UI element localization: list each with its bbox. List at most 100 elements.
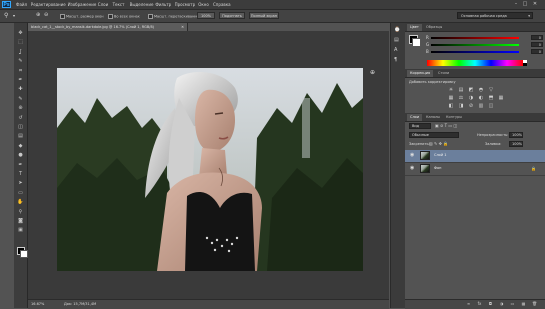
layers-footer-icon[interactable]: ◑ [498,301,505,307]
adjustment-icon[interactable]: ◑ [467,95,475,102]
character-panel-icon[interactable]: A [394,47,397,53]
layer-name[interactable]: Слой 1 [434,153,446,157]
tab-layers[interactable]: Слои [407,114,423,121]
crop-icon[interactable]: ⌗ [16,67,25,75]
checkbox-box[interactable] [60,14,65,19]
gradient-icon[interactable]: ▤ [16,132,25,140]
tool-preset-arrow-icon[interactable]: ▾ [13,13,15,18]
color-spectrum-bar[interactable] [427,60,523,66]
black-chip[interactable] [523,63,527,66]
pen-icon[interactable]: ✒ [16,161,25,169]
tab-color[interactable]: Цвет [407,24,422,31]
blue-value[interactable]: 0 [531,49,543,54]
maximize-button[interactable]: □ [521,1,529,7]
menu-item[interactable]: Слои [98,2,108,7]
document-info[interactable]: Док: 15,7M/31,4M [64,302,96,306]
menu-item[interactable]: Текст [113,2,125,7]
layer-name[interactable]: Фон [434,166,441,170]
tab-styles[interactable]: Стили [435,70,452,77]
shape-icon[interactable]: ▭ [16,189,25,197]
healing-icon[interactable]: ✚ [16,85,25,93]
checkbox-box[interactable] [148,14,153,19]
layers-footer-icon[interactable]: ▦ [520,301,527,307]
all-windows-checkbox[interactable]: Во всех окнах [108,14,140,19]
filter-icons[interactable]: ▣ ⊘ T ▭ ◫ [435,123,457,128]
blue-track[interactable] [431,51,519,53]
resize-windows-checkbox[interactable]: Масшт. размер окон [60,14,104,19]
fill-screen-button[interactable]: Полный экран [249,12,279,19]
layers-footer-icon[interactable]: fx [476,301,483,307]
layers-footer-icon[interactable]: 🗑 [531,301,538,307]
adjustment-icon[interactable]: ⚖ [457,95,465,102]
lasso-icon[interactable]: ʆ [16,48,25,56]
adjustment-icon[interactable]: ▦ [447,95,455,102]
red-track[interactable] [431,37,519,39]
checkbox-box[interactable] [108,14,113,19]
tab-paths[interactable]: Контуры [443,114,465,121]
canvas-area[interactable]: ⊕ [28,31,389,299]
zoom-icon[interactable]: ⚲ [16,208,25,216]
zoom-level[interactable]: 16.67% [31,302,44,306]
adjustment-icon[interactable]: ◧ [447,103,455,110]
menu-item[interactable]: Просмотр [175,2,196,7]
layer-filter-select[interactable]: Вид [409,123,431,129]
stamp-icon[interactable]: ⊕ [16,104,25,112]
menu-item[interactable]: Окно [198,2,209,7]
background-color-swatch[interactable] [20,250,28,258]
panel-background-swatch[interactable] [412,38,421,47]
blend-mode-select[interactable]: Обычные [409,132,459,138]
adjustment-icon[interactable]: ◐ [477,95,485,102]
tab-adjustments[interactable]: Коррекция [407,70,434,77]
adjustment-icon[interactable]: ▦ [497,95,505,102]
adjustment-icon[interactable]: ⊘ [467,103,475,110]
menu-item[interactable]: Фильтр [155,2,171,7]
screenmode-icon[interactable]: ▣ [16,226,25,234]
move-icon[interactable]: ✥ [16,29,25,37]
opacity-field[interactable]: 100% [509,132,523,138]
red-value[interactable]: 0 [531,35,543,40]
close-window-button[interactable]: ✕ [531,1,539,7]
hand-icon[interactable]: ✋ [16,198,25,206]
eyedropper-icon[interactable]: ✒ [16,76,25,84]
adjustment-icon[interactable]: ☀ [447,87,455,94]
menu-item[interactable]: Справка [213,2,231,7]
eraser-icon[interactable]: ◫ [16,123,25,131]
scrubby-zoom-checkbox[interactable]: Масшт. перетаскиванием [148,14,201,19]
adjustment-icon[interactable]: ◫ [487,103,495,110]
fit-screen-button[interactable]: Подогнать [219,12,245,19]
workspace-select[interactable]: Основная рабочая среда ▾ [457,12,533,19]
zoom-out-icon[interactable]: ⊖ [44,12,48,18]
dodge-icon[interactable]: ● [16,151,25,159]
layers-footer-icon[interactable]: ∞ [465,301,472,307]
adjustment-icon[interactable]: ◩ [467,87,475,94]
history-brush-icon[interactable]: ↺ [16,114,25,122]
green-track[interactable] [431,44,519,46]
type-icon[interactable]: T [16,170,25,178]
menu-item[interactable]: Изображение [68,2,97,7]
adjustment-icon[interactable]: ◨ [457,103,465,110]
path-select-icon[interactable]: ➤ [16,179,25,187]
tab-swatches[interactable]: Образцы [423,24,445,31]
visibility-eye-icon[interactable]: ◉ [410,166,414,171]
close-tab-icon[interactable]: ✕ [181,23,184,31]
adjustment-icon[interactable]: ▤ [457,87,465,94]
adjustment-icon[interactable]: ⬒ [487,95,495,102]
menu-item[interactable]: Файл [16,2,27,7]
marquee-icon[interactable]: ⬚ [16,38,25,46]
zoom-tool-icon[interactable]: ⚲ [4,12,8,19]
minimize-button[interactable]: – [512,1,520,7]
zoom-in-icon[interactable]: ⊕ [36,12,40,18]
history-panel-icon[interactable]: ⌚ [394,27,400,33]
blur-icon[interactable]: ◆ [16,142,25,150]
layers-footer-icon[interactable]: ◘ [487,301,494,307]
visibility-eye-icon[interactable]: ◉ [410,153,414,158]
menu-item[interactable]: Выделение [130,2,154,7]
adjustment-icon[interactable]: ◓ [477,87,485,94]
document-tab[interactable]: black_cat_1__stock_by_mansik-darkdole.jp… [28,23,188,31]
tab-channels[interactable]: Каналы [423,114,443,121]
layer-thumbnail[interactable] [420,164,430,173]
zoom-100-button[interactable]: 100% [197,12,215,19]
paragraph-panel-icon[interactable]: ¶ [394,57,397,63]
green-value[interactable]: 0 [531,42,543,47]
adjustment-icon[interactable]: ▽ [487,87,495,94]
